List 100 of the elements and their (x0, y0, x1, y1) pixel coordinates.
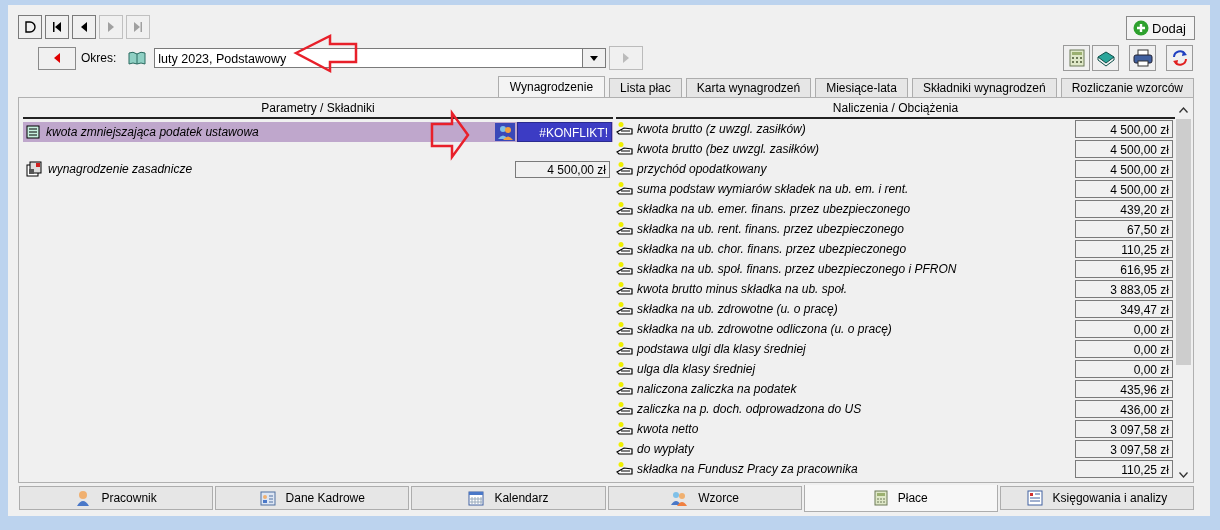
charge-label: do wypłaty (637, 442, 695, 456)
charge-label: kwota brutto (bez uwzgl. zasiłków) (637, 142, 821, 156)
tab[interactable]: Płace (803, 485, 998, 512)
hand-icon (616, 342, 634, 356)
previous-period-button[interactable] (38, 46, 76, 70)
plus-icon (1133, 20, 1149, 36)
parameter-value: #KONFLIKT! (517, 122, 612, 142)
calendar-icon (468, 490, 485, 506)
book-icon (1095, 49, 1116, 67)
hand-icon (616, 302, 634, 316)
refresh-icon (1170, 49, 1189, 67)
charge-value: 439,20 zł (1075, 200, 1173, 218)
hand-icon (616, 402, 634, 416)
charge-label: kwota brutto minus składka na ub. społ. (637, 282, 849, 296)
scroll-down-icon[interactable] (1178, 472, 1188, 478)
arrow-annotation (293, 33, 358, 74)
calculator-icon (1068, 49, 1085, 67)
charge-value: 436,00 zł (1075, 400, 1173, 418)
charge-value: 110,25 zł (1075, 460, 1173, 478)
person-icon (75, 490, 92, 506)
period-dropdown[interactable]: luty 2023, Podstawowy (154, 48, 607, 68)
parameter-row[interactable]: wynagrodzenie zasadnicze 4 500,00 zł (23, 159, 613, 179)
charge-label: składka na ub. zdrowotne odliczona (u. o pracę) (637, 322, 893, 336)
calculator-button[interactable] (1063, 45, 1090, 71)
charge-value: 349,47 zł (1075, 300, 1173, 318)
printer-icon (1132, 49, 1153, 67)
charge-label: ulga dla klasy średniej (637, 362, 757, 376)
charge-value: 3 097,58 zł (1075, 420, 1173, 438)
scroll-up-icon[interactable] (1178, 107, 1188, 113)
tab[interactable]: Rozliczanie wzorców (1060, 78, 1194, 97)
charge-value: 0,00 zł (1075, 360, 1173, 378)
charge-value: 3 097,58 zł (1075, 440, 1173, 458)
hand-icon (616, 462, 634, 476)
hand-icon (616, 122, 634, 136)
charge-value: 4 500,00 zł (1075, 180, 1173, 198)
hand-icon (616, 322, 634, 336)
people-icon (670, 490, 689, 506)
column-header: Naliczenia / Obciążenia (616, 101, 1175, 119)
charge-label: składka na ub. zdrowotne (u. o pracę) (637, 302, 839, 316)
component-icon (26, 161, 42, 177)
charge-value: 4 500,00 zł (1075, 120, 1173, 138)
hand-icon (616, 282, 634, 296)
charge-label: przychód opodatkowany (637, 162, 768, 176)
period-label: Okres: (81, 51, 117, 65)
new-record-button[interactable] (18, 15, 42, 39)
print-button[interactable] (1129, 45, 1156, 71)
new-record-icon (24, 21, 36, 33)
tab[interactable]: Miesiące-lata (815, 78, 908, 97)
charge-value: 616,95 zł (1075, 260, 1173, 278)
tab[interactable]: Księgowania i analizy (999, 486, 1195, 510)
tab[interactable]: Kalendarz (411, 486, 606, 510)
charge-label: kwota netto (637, 422, 700, 436)
hand-icon (616, 222, 634, 236)
tab[interactable]: Składniki wynagrodzeń (911, 78, 1057, 97)
previous-record-button[interactable] (72, 15, 96, 39)
parameter-label: kwota zmniejszająca podatek ustawowa (46, 125, 260, 139)
first-record-icon (51, 21, 63, 33)
charge-value: 4 500,00 zł (1075, 160, 1173, 178)
hand-icon (616, 142, 634, 156)
tab[interactable]: Dane Kadrowe (215, 486, 410, 510)
charge-label: naliczona zaliczka na podatek (637, 382, 798, 396)
charge-label: zaliczka na p. doch. odprowadzona do US (637, 402, 863, 416)
refresh-button[interactable] (1166, 45, 1193, 71)
charge-label: składka na ub. rent. finans. przez ubezpieczonego (637, 222, 905, 236)
parameter-row[interactable]: kwota zmniejszająca podatek ustawowa #KONFLIKT! (23, 122, 613, 142)
hand-icon (616, 442, 634, 456)
next-icon (622, 52, 631, 64)
tab[interactable]: Wynagrodzenie (497, 76, 606, 97)
charge-value: 435,96 zł (1075, 380, 1173, 398)
book-button[interactable] (1092, 45, 1119, 71)
first-record-button[interactable] (45, 15, 69, 39)
caret-icon (590, 55, 599, 61)
previous-icon (53, 52, 61, 64)
tab[interactable]: Pracownik (19, 486, 214, 510)
charge-label: składka na ub. chor. finans. przez ubezpieczonego (637, 242, 908, 256)
ledger-icon (1026, 490, 1043, 506)
book-icon (128, 50, 147, 66)
tab[interactable]: Wzorce (607, 486, 802, 510)
add-button[interactable]: Dodaj (1126, 16, 1195, 40)
calculator-icon (873, 490, 888, 506)
last-record-icon (132, 21, 144, 33)
parameter-label: wynagrodzenie zasadnicze (48, 162, 194, 176)
charge-label: składka na Fundusz Pracy za pracownika (637, 462, 859, 476)
hand-icon (616, 182, 634, 196)
hand-icon (616, 242, 634, 256)
charge-label: składka na ub. społ. finans. przez ubezpieczonego i PFRON (637, 262, 958, 276)
charge-value: 3 883,05 zł (1075, 280, 1173, 298)
charge-value: 67,50 zł (1075, 220, 1173, 238)
form-icon (26, 125, 40, 139)
tab[interactable]: Lista płac (609, 78, 682, 97)
hand-icon (616, 422, 634, 436)
arrow-annotation (430, 109, 470, 161)
charge-value: 4 500,00 zł (1075, 140, 1173, 158)
charge-label: kwota brutto (z uwzgl. zasiłków) (637, 122, 807, 136)
hand-icon (616, 382, 634, 396)
tab[interactable]: Karta wynagrodzeń (685, 78, 812, 97)
parameter-value: 4 500,00 zł (515, 160, 610, 178)
charge-label: składka na ub. emer. finans. przez ubezpieczonego (637, 202, 912, 216)
id-card-icon (259, 490, 276, 506)
hand-icon (616, 362, 634, 376)
